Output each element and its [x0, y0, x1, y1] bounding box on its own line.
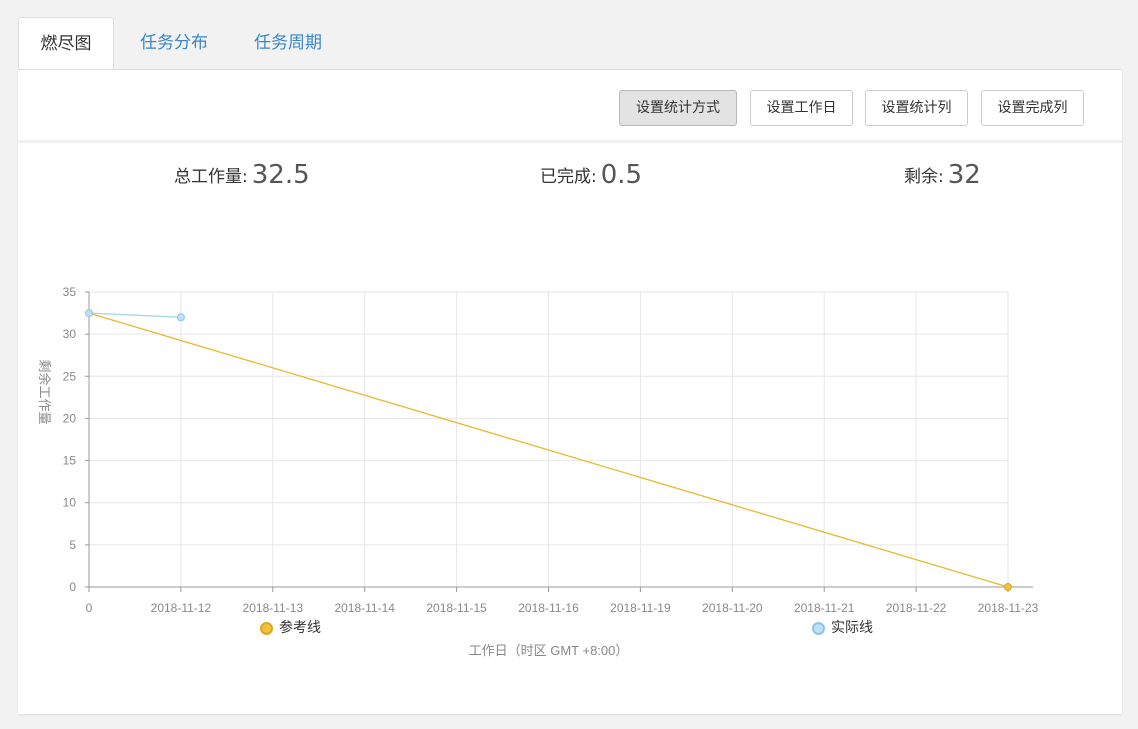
y-tick-label: 10: [63, 496, 77, 510]
burndown-chart: 0 5 10 15 20 25 30 35 0 2018-11-12 2018-11-13 2018-…: [37, 285, 1039, 658]
chart-grid: [89, 291, 1009, 587]
done-work-label: 已完成:: [540, 167, 597, 187]
set-workdays-button[interactable]: 设置工作日: [750, 90, 853, 126]
x-tick-label: 2018-11-13: [243, 601, 304, 615]
y-tick-label: 25: [63, 369, 77, 383]
y-tick-label: 15: [63, 454, 77, 468]
total-work-label: 总工作量:: [174, 167, 248, 187]
set-statistic-columns-button[interactable]: 设置统计列: [865, 90, 968, 126]
x-tick-label: 2018-11-14: [334, 601, 395, 615]
x-tick-label: 2018-11-20: [702, 601, 763, 615]
total-work-value: 32.5: [251, 160, 310, 190]
remaining-work-label: 剩余:: [904, 167, 944, 187]
chart-panel: 设置统计方式 设置工作日 设置统计列 设置完成列 总工作量: 32.5 已完成: 0…: [18, 69, 1122, 714]
legend-actual-line[interactable]: 实际线: [812, 617, 873, 637]
y-tick-label: 20: [63, 411, 77, 425]
legend-reference-line[interactable]: 参考线: [260, 617, 321, 637]
y-tick-label: 35: [63, 285, 77, 299]
remaining-work-value: 32: [947, 160, 981, 190]
x-axis-label: 工作日（时区 GMT +8:00）: [469, 643, 629, 658]
set-done-column-button[interactable]: 设置完成列: [981, 90, 1084, 126]
x-tick-label: 2018-11-12: [151, 601, 212, 615]
x-tick-label: 2018-11-23: [978, 601, 1039, 615]
y-tick-label: 0: [69, 580, 76, 594]
actual-line-point: [176, 313, 185, 322]
legend-reference-label: 参考线: [279, 620, 321, 636]
x-tick-label: 2018-11-22: [886, 601, 947, 615]
actual-line-point: [85, 309, 93, 318]
tab-burndown[interactable]: 燃尽图: [18, 17, 114, 70]
x-tick-label: 0: [86, 601, 93, 615]
set-statistic-mode-button[interactable]: 设置统计方式: [619, 90, 737, 126]
tab-bar: 燃尽图 任务分布 任务周期: [18, 17, 1122, 70]
done-work-value: 0.5: [600, 160, 643, 190]
total-work-stat: 总工作量: 32.5: [174, 160, 310, 190]
legend-actual-label: 实际线: [831, 620, 873, 636]
reference-line-swatch-icon: [260, 622, 273, 635]
tab-task-distribution[interactable]: 任务分布: [126, 17, 222, 69]
y-tick-label: 30: [63, 327, 77, 341]
y-tick-label: 5: [69, 538, 76, 552]
actual-line-swatch-icon: [812, 622, 825, 635]
y-axis-label: 剩余工作量: [37, 359, 52, 424]
done-work-stat: 已完成: 0.5: [540, 160, 642, 190]
x-tick-label: 2018-11-19: [610, 601, 671, 615]
tab-task-cycle[interactable]: 任务周期: [240, 17, 336, 69]
x-tick-label: 2018-11-16: [518, 601, 579, 615]
toolbar: 设置统计方式 设置工作日 设置统计列 设置完成列: [18, 70, 1122, 143]
x-tick-label: 2018-11-15: [426, 601, 487, 615]
x-tick-label: 2018-11-21: [794, 601, 855, 615]
reference-line-point: [1004, 583, 1012, 591]
remaining-work-stat: 剩余: 32: [904, 160, 981, 190]
